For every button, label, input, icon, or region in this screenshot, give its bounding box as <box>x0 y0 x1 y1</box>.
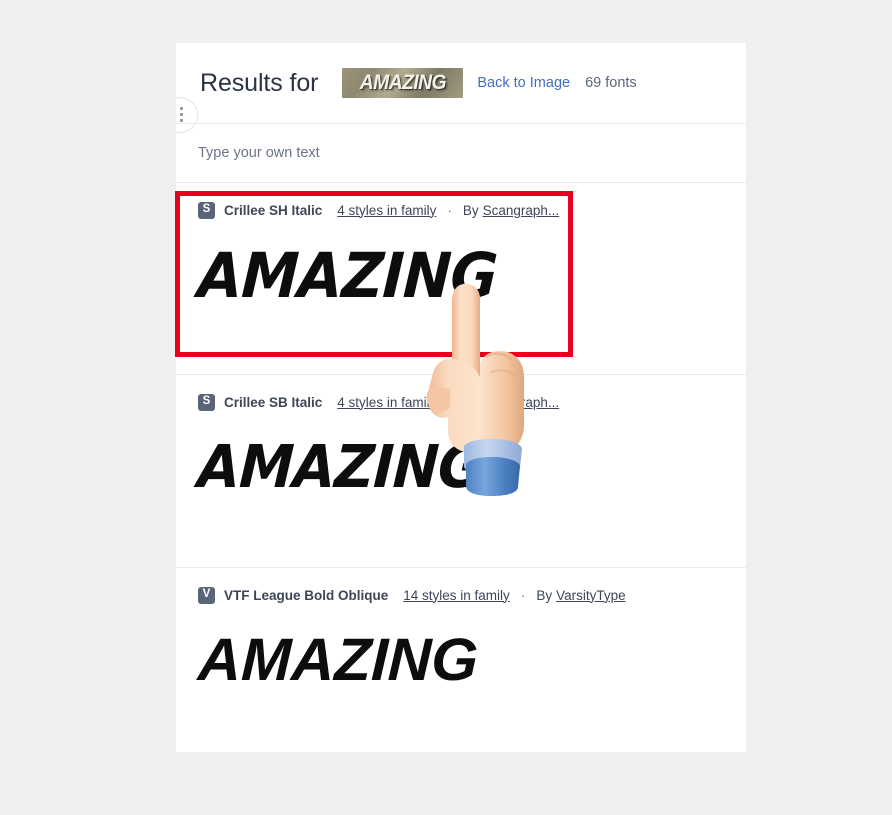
meta-separator: · <box>520 587 526 603</box>
font-result-row[interactable]: V VTF League Bold Oblique 14 styles in f… <box>176 568 746 752</box>
font-name-label: Crillee SH Italic <box>224 202 323 218</box>
font-sample-preview[interactable]: AMAZING <box>197 626 746 693</box>
by-label: By <box>462 202 479 218</box>
styles-in-family-link[interactable]: 4 styles in family <box>337 203 436 218</box>
foundry-badge-icon: S <box>198 201 215 219</box>
results-card: Results for AMAZING Back to Image 69 fon… <box>176 43 746 752</box>
font-meta: S Crillee SH Italic 4 styles in family ·… <box>198 201 746 219</box>
font-meta: V VTF League Bold Oblique 14 styles in f… <box>198 586 746 604</box>
foundry-badge-icon: V <box>198 586 215 604</box>
styles-in-family-link[interactable]: 4 styles in family <box>337 395 436 410</box>
foundry-link[interactable]: Scangraph... <box>483 395 560 410</box>
by-label: By <box>536 587 553 603</box>
query-image-thumbnail[interactable]: AMAZING <box>342 68 464 98</box>
font-name-label: VTF League Bold Oblique <box>224 587 389 603</box>
styles-in-family-link[interactable]: 14 styles in family <box>403 588 510 603</box>
font-meta: S Crillee SB Italic 4 styles in family ·… <box>198 393 746 411</box>
by-label: By <box>462 394 479 410</box>
custom-text-row[interactable] <box>176 124 746 183</box>
query-image-text: AMAZING <box>359 71 447 94</box>
font-name-label: Crillee SB Italic <box>224 394 323 410</box>
font-sample-preview[interactable]: AMAZING <box>196 239 709 312</box>
font-count-label: 69 fonts <box>585 75 637 91</box>
foundry-badge-icon: S <box>198 393 215 411</box>
back-to-image-link[interactable]: Back to Image <box>477 75 570 91</box>
meta-separator: · <box>447 394 452 410</box>
foundry-link[interactable]: VarsityType <box>556 588 626 603</box>
custom-text-input[interactable] <box>198 145 618 161</box>
results-header: Results for AMAZING Back to Image 69 fon… <box>176 43 746 124</box>
font-result-row[interactable]: S Crillee SB Italic 4 styles in family ·… <box>176 375 746 568</box>
page-title: Results for <box>200 68 319 97</box>
meta-separator: · <box>447 202 452 218</box>
font-result-row[interactable]: S Crillee SH Italic 4 styles in family ·… <box>176 183 746 375</box>
foundry-link[interactable]: Scangraph... <box>483 203 560 218</box>
font-sample-preview[interactable]: AMAZING <box>196 432 710 501</box>
